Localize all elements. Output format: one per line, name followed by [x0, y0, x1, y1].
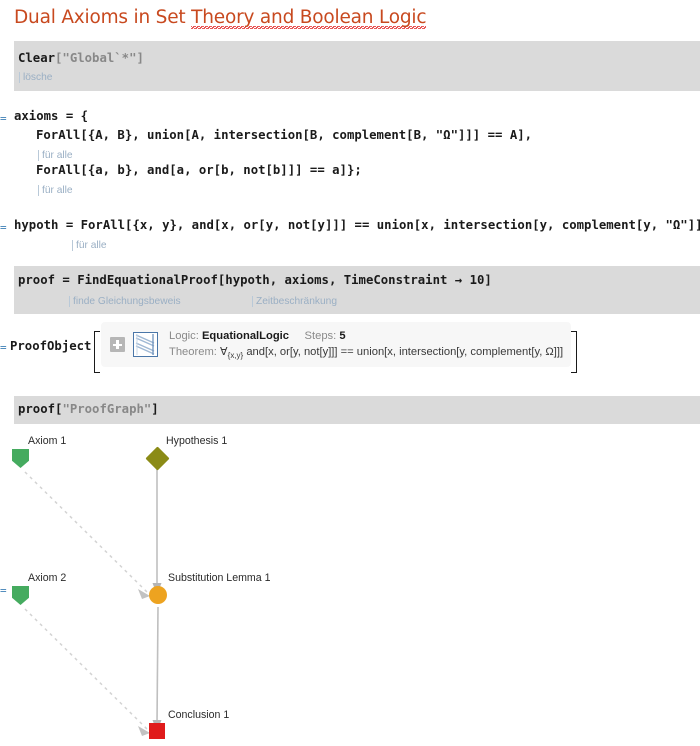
theorem-label: Theorem: [169, 345, 217, 358]
code-line-proof: proof = FindEquationalProof[hypoth, axio… [18, 273, 492, 287]
graph-node-conclusion1[interactable] [149, 723, 165, 739]
logic-value: EquationalLogic [201, 330, 289, 342]
proofobject-summary-box[interactable]: Logic: EquationalLogic Steps: 5 Theorem:… [101, 322, 571, 367]
code-line-proofgraph: proof["ProofGraph"] [18, 402, 159, 416]
code-line-clear: Clear["Global`*"] [18, 51, 144, 66]
proofobject-head: ProofObject [10, 339, 92, 353]
theorem-quantifier: ∀ [219, 345, 228, 358]
code-token-clear: Clear [18, 51, 56, 65]
input-cell-axioms[interactable]: axioms = { ForAll[{A, B}, union[A, inter… [14, 105, 700, 203]
tooltip-findequationalproof: finde Gleichungsbeweis [69, 296, 181, 307]
code-line-hypoth: hypoth = ForAll[{x, y}, and[x, or[y, not… [14, 218, 700, 232]
page-title-text: Dual Axioms in Set Theory and Boolean Lo… [14, 6, 684, 31]
proof-graph-output[interactable]: Axiom 1 Hypothesis 1 Axiom 2 Substitutio… [0, 425, 700, 746]
steps-value: 5 [339, 330, 346, 342]
cell-marker-proofobject[interactable] [0, 343, 8, 353]
graph-label-lemma1: Substitution Lemma 1 [168, 572, 271, 584]
proofobject-fields: Logic: EquationalLogic Steps: 5 Theorem:… [169, 329, 563, 363]
tooltip-timeconstraint: Zeitbeschränkung [252, 296, 337, 307]
code-line-axioms-3: ForAll[{a, b}, and[a, or[b, not[b]]] == … [36, 163, 362, 177]
input-cell-proof[interactable]: proof = FindEquationalProof[hypoth, axio… [14, 266, 700, 314]
cell-marker-hypoth[interactable] [0, 223, 8, 233]
graph-label-axiom1: Axiom 1 [28, 435, 67, 447]
input-cell-clear[interactable]: Clear["Global`*"] lösche [14, 41, 700, 91]
input-cell-proofgraph[interactable]: proof["ProofGraph"] [14, 396, 700, 424]
edge-lemma1-conclusion1 [156, 606, 159, 725]
bracket-close [571, 331, 577, 373]
tooltip-forall-3: für alle [72, 240, 107, 251]
proof-graph-edges [24, 469, 162, 736]
theorem-subscript: {x,y} [227, 350, 244, 360]
page-title-misspelled: Theory and Boolean Logic [191, 7, 427, 31]
steps-label: Steps: [304, 330, 337, 342]
code-line-axioms-2: ForAll[{A, B}, union[A, intersection[B, … [36, 128, 533, 142]
graph-label-axiom2: Axiom 2 [28, 572, 67, 584]
code-token-clear-args: ["Global`*"] [55, 51, 144, 65]
bracket-open [94, 331, 100, 373]
graph-label-hypothesis1: Hypothesis 1 [166, 435, 228, 447]
code-line-axioms-1: axioms = { [14, 109, 89, 123]
graph-label-conclusion1: Conclusion 1 [168, 709, 230, 721]
notebook-document: Dual Axioms in Set Theory and Boolean Lo… [0, 0, 700, 746]
theorem-body: and[x, or[y, not[y]]] == union[x, inters… [246, 345, 564, 358]
expand-plus-icon[interactable] [110, 337, 125, 352]
input-cell-hypoth[interactable]: hypoth = ForAll[{x, y}, and[x, or[y, not… [14, 214, 700, 258]
graph-node-lemma1[interactable] [149, 586, 167, 604]
proof-graph-icon [133, 332, 158, 357]
tooltip-forall-2: für alle [38, 185, 73, 196]
edge-axiom2-conclusion1 [24, 608, 148, 730]
cell-marker-axioms[interactable] [0, 114, 8, 124]
logic-label: Logic: [169, 330, 199, 342]
proof-graph-icon-svg [135, 334, 155, 355]
page-title-plain: Dual Axioms in Set [14, 7, 192, 28]
tooltip-clear: lösche [19, 72, 52, 83]
page-title: Dual Axioms in Set Theory and Boolean Lo… [14, 6, 684, 32]
tooltip-forall-1: für alle [38, 150, 73, 161]
proofobject-row-logic: Logic: EquationalLogic Steps: 5 [169, 329, 563, 345]
proofobject-row-theorem: Theorem: ∀{x,y} and[x, or[y, not[y]]] ==… [169, 345, 563, 364]
